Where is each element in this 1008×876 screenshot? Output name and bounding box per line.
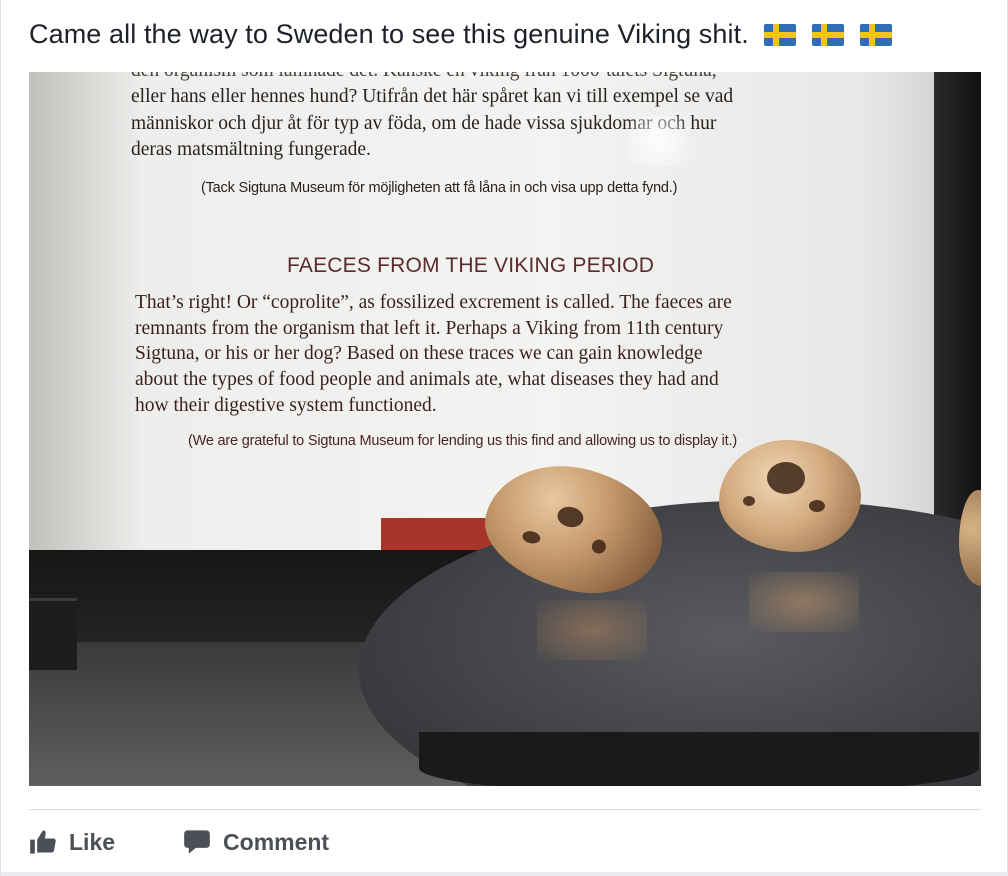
coprolite-specimen (719, 440, 861, 552)
sign-english-line: how their digestive system functioned. (135, 394, 437, 416)
flag-sweden-icon (859, 24, 892, 46)
specimen-pore (809, 500, 825, 512)
sign-swedish-text: den organism som lämnade det. Kanske en … (131, 72, 831, 164)
comment-label: Comment (223, 828, 330, 855)
sign-english-line: That’s right! Or “coprolite”, as fossili… (135, 292, 732, 313)
sign-frame-edge (934, 72, 981, 550)
sign-swedish-line: människor och djur åt för typ av föda, o… (131, 112, 717, 134)
sign-swedish-line: deras matsmältning fungerade. (131, 139, 371, 160)
comment-button[interactable]: Comment (183, 828, 329, 856)
post-caption: Came all the way to Sweden to see this g… (29, 19, 749, 49)
action-divider (29, 809, 981, 810)
pedestal-shadow (419, 732, 979, 786)
light-glare (629, 116, 689, 166)
post-photo[interactable]: den organism som lämnade det. Kanske en … (29, 72, 981, 786)
sign-english-line: about the types of food people and anima… (135, 369, 719, 391)
post-actions: Like Comment (29, 820, 329, 864)
sign-english-thanks: (We are grateful to Sigtuna Museum for l… (188, 433, 737, 449)
sign-english-heading: FAECES FROM THE VIKING PERIOD (287, 254, 655, 277)
display-block (29, 598, 77, 670)
flag-sweden-icon (764, 24, 797, 46)
rock-reflection (537, 600, 647, 660)
post-bottom-border (1, 872, 1008, 876)
flag-sweden-icon (812, 24, 845, 46)
rock-reflection (749, 572, 859, 632)
post-text-row: Came all the way to Sweden to see this g… (29, 16, 892, 52)
sign-swedish-thanks: (Tack Sigtuna Museum för möjligheten att… (201, 180, 678, 196)
sign-swedish-line: den organism som lämnade det. Kanske en … (131, 72, 831, 84)
thumbs-up-icon (30, 830, 56, 854)
sign-swedish-line: eller hans eller hennes hund? Utifrån de… (131, 86, 734, 107)
specimen-pore (590, 538, 608, 555)
specimen-pore (743, 496, 755, 506)
facebook-post: Came all the way to Sweden to see this g… (0, 0, 1008, 876)
like-label: Like (69, 828, 116, 855)
specimen-pore (521, 529, 542, 546)
specimen-pore (555, 504, 586, 530)
sign-english-line: remnants from the organism that left it.… (135, 317, 724, 339)
sign-english-text: That’s right! Or “coprolite”, as fossili… (135, 290, 835, 419)
specimen-pore (767, 462, 805, 494)
comment-bubble-icon (184, 830, 210, 854)
like-button[interactable]: Like (29, 828, 115, 856)
sign-english-line: Sigtuna, or his or her dog? Based on the… (135, 343, 703, 365)
